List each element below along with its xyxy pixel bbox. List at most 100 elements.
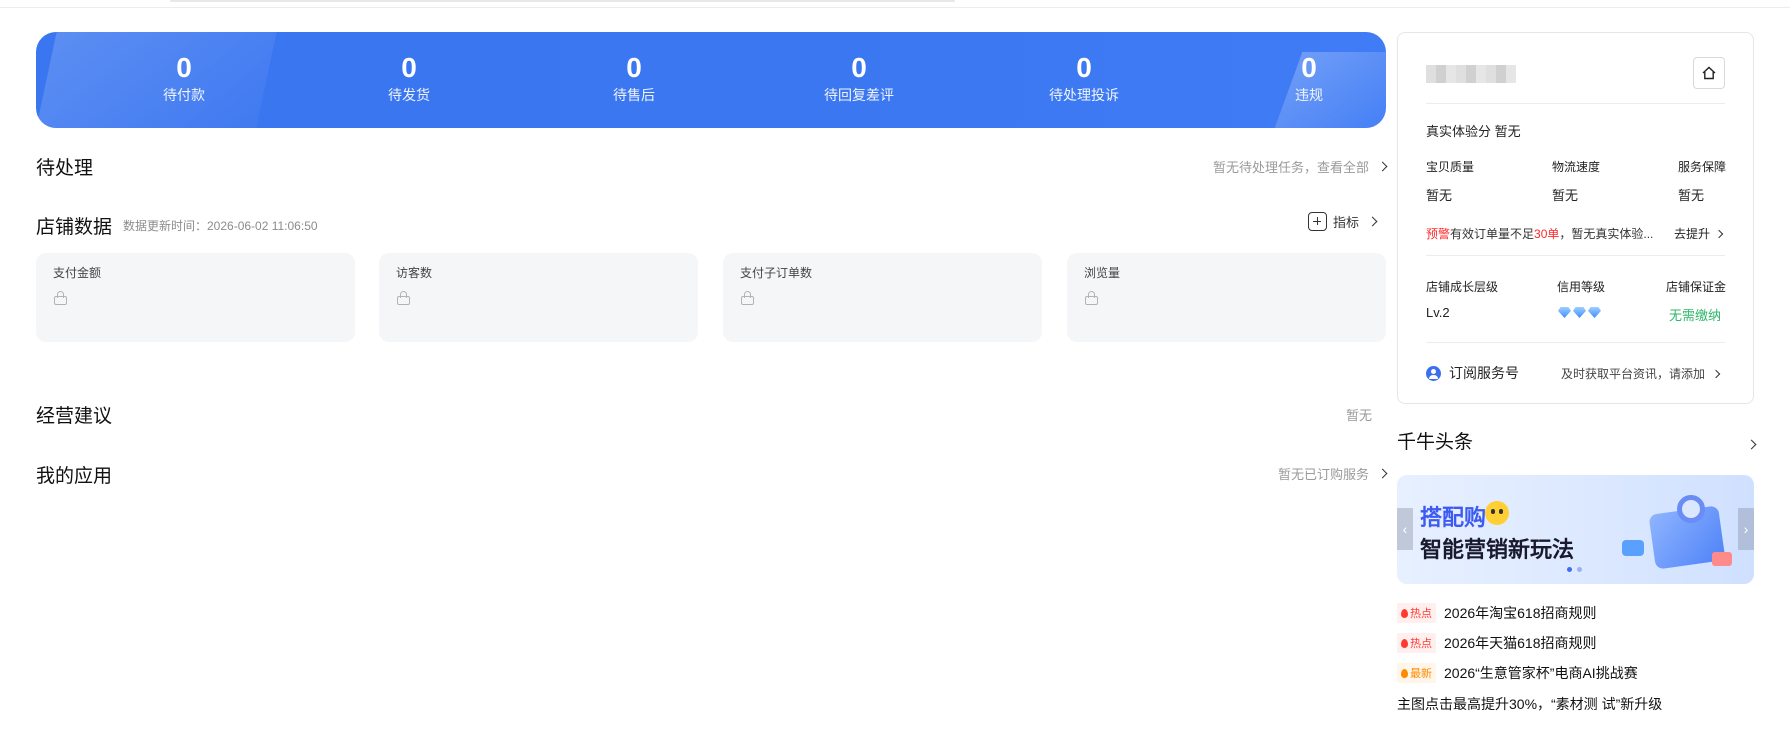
stat-label: 待发货 (388, 87, 430, 103)
stat-label: 待处理投诉 (1049, 87, 1119, 103)
flame-icon (1401, 638, 1408, 648)
order-status-banner: 0 待付款 0 待发货 0 待售后 0 待回复差评 0 待处理投诉 0 违规 (36, 32, 1386, 128)
subscribe-label: 订阅服务号 (1449, 365, 1519, 381)
stat-pending-payment[interactable]: 0 待付款 (109, 50, 259, 104)
diamond-icon (1558, 307, 1571, 318)
warning-text: 有效订单量不足 (1450, 227, 1535, 241)
plus-square-icon (1308, 212, 1327, 231)
smiley-icon (1485, 501, 1509, 525)
subscribe-service-row[interactable]: 订阅服务号 (1426, 363, 1519, 383)
carousel-next-button[interactable]: › (1738, 508, 1754, 550)
stat-violations[interactable]: 0 违规 (1234, 50, 1384, 104)
stat-value: 0 (401, 52, 417, 83)
warning-tag: 预警 (1426, 227, 1451, 241)
metric-card-label: 浏览量 (1084, 266, 1121, 280)
stat-value: 0 (1076, 52, 1092, 83)
metric-button-label: 指标 (1333, 215, 1360, 230)
metric-card-page-views[interactable]: 浏览量 (1067, 253, 1386, 342)
news-item-text: 2026“生意管家杯”电商AI挑战赛 (1444, 665, 1638, 681)
score-value: 暂无 (1552, 188, 1579, 203)
my-apps-link[interactable]: 暂无已订购服务 (1277, 464, 1388, 483)
warning-count: 30单 (1534, 227, 1560, 241)
stat-after-sales[interactable]: 0 待售后 (559, 50, 709, 104)
divider (1426, 103, 1725, 104)
news-item[interactable]: 最新 2026“生意管家杯”电商AI挑战赛 (1397, 663, 1638, 683)
carousel-dot[interactable] (1577, 567, 1582, 572)
carousel-prev-button[interactable]: ‹ (1397, 508, 1413, 550)
news-title: 千牛头条 (1397, 432, 1474, 453)
carousel-dot[interactable] (1567, 567, 1572, 572)
stat-value: 0 (851, 52, 867, 83)
stat-value: 0 (626, 52, 642, 83)
tag-label: 热点 (1410, 638, 1432, 650)
experience-label: 真实体验分 (1426, 124, 1492, 139)
shop-info-panel: 真实体验分 暂无 宝贝质量 暂无 物流速度 暂无 服务保障 暂无 预警有效订单量… (1397, 32, 1754, 404)
score-label: 服务保障 (1678, 160, 1727, 174)
experience-value: 暂无 (1494, 124, 1521, 139)
metric-card-visitors[interactable]: 访客数 (379, 253, 698, 342)
growth-value: Lv.2 (1426, 305, 1450, 320)
score-label: 物流速度 (1552, 160, 1601, 174)
user-circle-icon (1426, 365, 1441, 381)
diamond-icon (1588, 307, 1601, 318)
pending-view-all-link[interactable]: 暂无待处理任务，查看全部 (1212, 157, 1388, 176)
news-item-text: 2026年天猫618招商规则 (1444, 635, 1597, 651)
shop-name-blurred (1426, 65, 1516, 83)
news-item-text: 2026年淘宝618招商规则 (1444, 605, 1597, 621)
subscribe-hint: 及时获取平台资讯，请添加 (1561, 367, 1706, 381)
subscribe-hint-link[interactable]: 及时获取平台资讯，请添加 (1561, 365, 1721, 382)
stat-complaints[interactable]: 0 待处理投诉 (1009, 50, 1159, 104)
pending-link-text: 暂无待处理任务，查看全部 (1212, 160, 1369, 175)
update-time-note: 数据更新时间：2026-06-02 11:06:50 (123, 219, 318, 233)
chevron-right-icon (1746, 439, 1757, 450)
news-item[interactable]: 热点 2026年淘宝618招商规则 (1397, 603, 1597, 623)
news-carousel-banner[interactable]: 搭配购 智能营销新玩法 ‹ › (1397, 475, 1754, 584)
hot-tag: 热点 (1397, 603, 1436, 623)
lock-icon (54, 291, 67, 305)
new-tag: 最新 (1397, 663, 1436, 683)
credit-level-diamonds (1558, 307, 1601, 318)
stat-label: 待售后 (613, 87, 655, 103)
my-apps-title: 我的应用 (36, 466, 113, 487)
metric-card-label: 支付子订单数 (740, 266, 813, 280)
news-item[interactable]: 热点 2026年天猫618招商规则 (1397, 633, 1597, 653)
chevron-right-icon (1367, 216, 1378, 227)
banner-subheadline: 智能营销新玩法 (1420, 537, 1575, 562)
lock-icon (741, 291, 754, 305)
deposit-label: 店铺保证金 (1666, 280, 1727, 294)
stat-label: 违规 (1295, 87, 1323, 103)
improve-link[interactable]: 去提升 (1674, 225, 1724, 242)
news-more-button[interactable] (1744, 435, 1757, 453)
chevron-right-icon: › (1743, 521, 1749, 537)
hot-tag: 热点 (1397, 633, 1436, 653)
stat-pending-shipment[interactable]: 0 待发货 (334, 50, 484, 104)
lock-icon (1085, 291, 1098, 305)
metric-settings-button[interactable]: 指标 (1308, 212, 1378, 231)
warning-text: ，暂无真实体验... (1559, 227, 1654, 241)
flame-icon (1401, 668, 1408, 678)
metric-card-label: 访客数 (396, 266, 433, 280)
growth-label: 店铺成长层级 (1426, 280, 1499, 294)
chevron-right-icon (1377, 468, 1388, 479)
news-item-plain[interactable]: 主图点击最高提升30%，“素材测 试”新升级 (1397, 694, 1662, 714)
tag-label: 最新 (1410, 668, 1432, 680)
stat-value: 0 (176, 52, 192, 83)
top-scroll-track (0, 0, 1790, 8)
score-value: 暂无 (1426, 188, 1453, 203)
stat-negative-reviews[interactable]: 0 待回复差评 (784, 50, 934, 104)
chevron-right-icon (1377, 161, 1388, 172)
lock-icon (397, 291, 410, 305)
stat-label: 待付款 (163, 87, 205, 103)
horizontal-scrollbar[interactable] (170, 0, 955, 2)
advice-status: 暂无 (1346, 405, 1372, 424)
shop-home-button[interactable] (1693, 57, 1725, 89)
divider (1426, 342, 1725, 343)
stat-value: 0 (1301, 52, 1317, 83)
my-apps-link-text: 暂无已订购服务 (1277, 467, 1369, 482)
chevron-right-icon (1711, 369, 1721, 378)
experience-warning: 预警有效订单量不足30单，暂无真实体验... (1426, 225, 1653, 242)
metric-card-label: 支付金额 (53, 266, 102, 280)
pending-title: 待处理 (36, 158, 94, 179)
metric-card-payment-amount[interactable]: 支付金额 (36, 253, 355, 342)
metric-card-sub-orders[interactable]: 支付子订单数 (723, 253, 1042, 342)
